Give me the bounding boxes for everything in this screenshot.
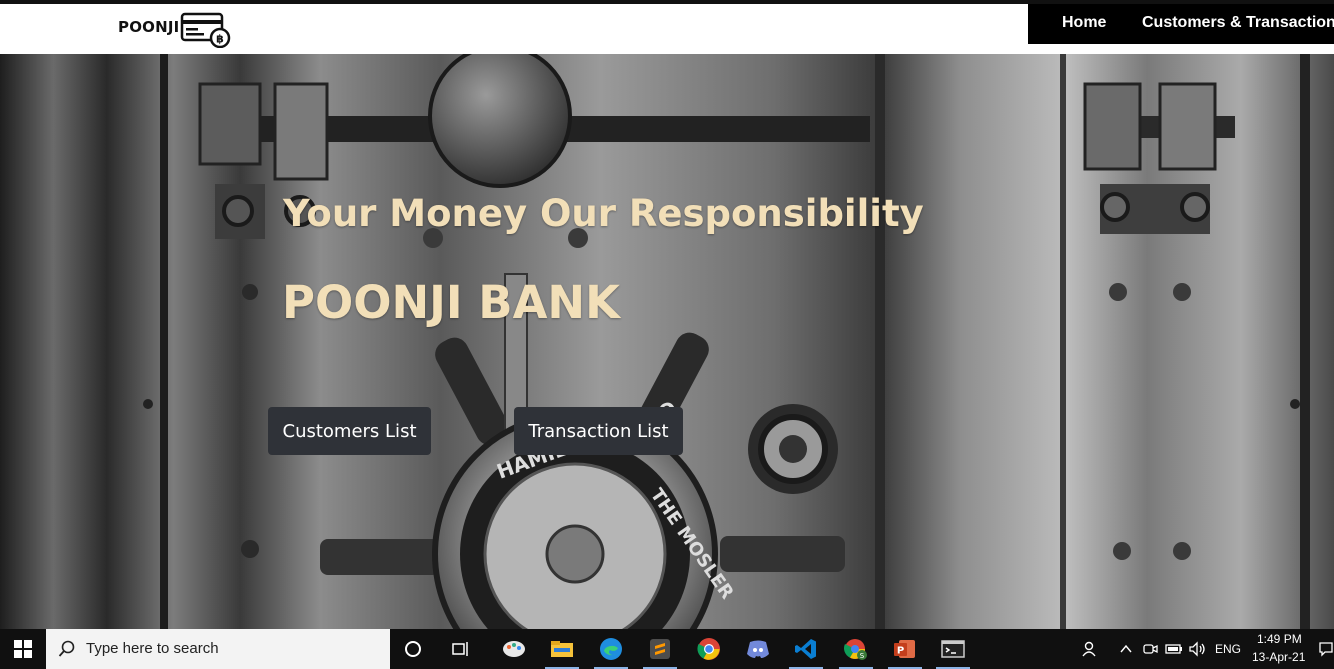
customers-list-button[interactable]: Customers List [268,407,431,455]
card-coin-logo-icon: ฿ [180,12,231,48]
taskbar-app-discord[interactable] [735,629,781,669]
file-explorer-icon [551,641,573,657]
search-icon [58,640,75,657]
terminal-icon [941,640,965,658]
task-view-button[interactable] [438,629,484,669]
clock-date[interactable]: 13-Apr-21 [1252,650,1305,664]
brand-name[interactable]: POONJI [118,18,179,36]
vscode-icon [795,639,816,659]
chrome-icon [697,638,720,660]
taskbar-search-box[interactable]: Type here to search [46,629,390,669]
notification-icon[interactable] [1318,641,1334,657]
windows-taskbar: Type here to search S P ENG 1:49 PM 13-A… [0,629,1334,669]
task-view-icon [452,642,468,656]
nav-links: Home Customers & Transactions [1028,4,1334,44]
powerpoint-icon: P [894,640,915,658]
taskbar-app-powerpoint[interactable]: P [882,629,928,669]
taskbar-app-chrome-profile[interactable]: S [833,629,879,669]
taskbar-app-file-explorer[interactable] [539,629,585,669]
chevron-up-icon[interactable] [1119,642,1133,656]
navbar: POONJI ฿ Home Customers & Transactions [0,4,1334,54]
chrome-profile-icon: S [844,639,867,660]
nav-customers-transactions-link[interactable]: Customers & Transactions [1142,14,1334,32]
start-button[interactable] [0,629,46,669]
clock-time[interactable]: 1:49 PM [1257,632,1302,646]
windows-logo-icon [14,640,32,658]
hero-section: HAMILTON, OHIO THE MOSLER Your Money Our… [0,54,1334,629]
battery-icon[interactable] [1165,642,1183,656]
cortana-button[interactable] [390,629,436,669]
discord-icon [747,640,769,658]
svg-text:P: P [897,646,904,657]
taskbar-app-edge[interactable] [588,629,634,669]
meet-now-icon[interactable] [1142,641,1158,657]
svg-text:S: S [860,652,865,660]
taskbar-app-sublime[interactable] [637,629,683,669]
edge-icon [600,638,622,660]
language-indicator[interactable]: ENG [1215,642,1241,656]
cortana-circle-icon [405,641,421,657]
taskbar-app-vscode[interactable] [783,629,829,669]
hero-title: POONJI BANK [282,276,620,329]
search-placeholder: Type here to search [86,640,219,657]
paint-icon [503,641,525,657]
volume-icon[interactable] [1188,641,1206,657]
taskbar-app-terminal[interactable] [930,629,976,669]
taskbar-app-chrome[interactable] [686,629,732,669]
svg-text:฿: ฿ [216,33,224,46]
people-icon[interactable] [1082,640,1100,658]
nav-home-link[interactable]: Home [1062,14,1106,32]
sublime-icon [650,639,670,659]
transaction-list-button[interactable]: Transaction List [514,407,683,455]
vault-door-background: HAMILTON, OHIO THE MOSLER [143,54,1310,629]
hero-tagline: Your Money Our Responsibility [283,192,924,235]
taskbar-app-paint[interactable] [491,629,537,669]
